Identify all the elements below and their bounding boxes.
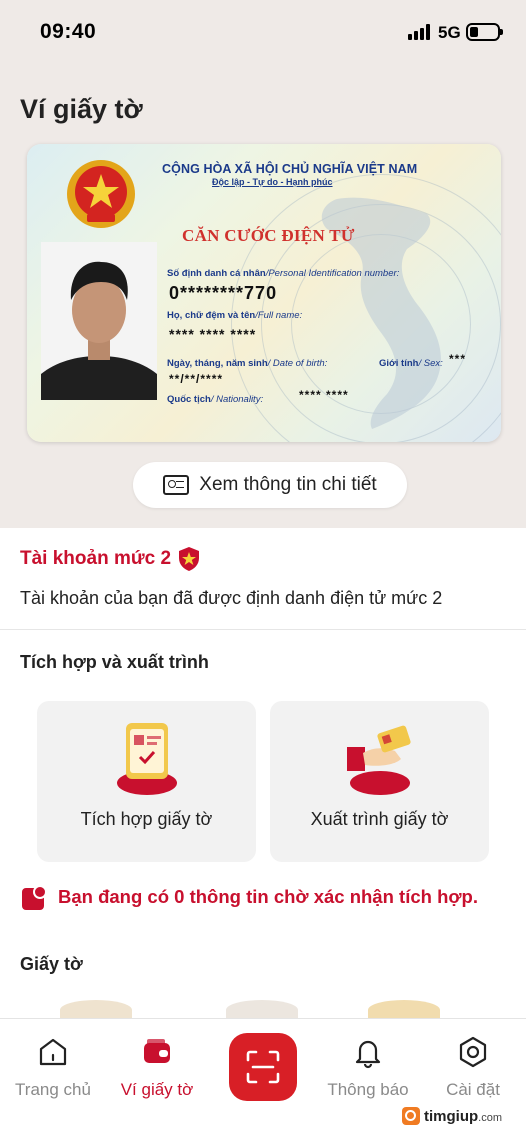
dob-label: Ngày, tháng, năm sinh/ Date of birth: <box>167 358 328 369</box>
tab-settings[interactable]: Cài đặt <box>423 1035 523 1100</box>
nationality-value: **** **** <box>299 388 349 402</box>
wallet-icon <box>144 1039 170 1063</box>
page-title: Ví giấy tờ <box>20 94 143 124</box>
nationality-label: Quốc tịch/ Nationality: <box>167 394 264 405</box>
tab-home[interactable]: Trang chủ <box>3 1035 103 1100</box>
notification-dot-icon <box>22 885 47 910</box>
national-emblem-icon <box>67 160 135 228</box>
name-value: **** **** **** <box>169 326 257 342</box>
tab-wallet-label: Ví giấy tờ <box>120 1080 194 1099</box>
settings-icon <box>459 1036 487 1068</box>
id-photo <box>41 242 157 400</box>
pending-integration-text: Bạn đang có 0 thông tin chờ xác nhận tíc… <box>58 886 478 907</box>
status-bar: 09:40 5G <box>0 0 526 64</box>
shield-star-icon <box>179 547 199 571</box>
search-logo-icon <box>402 1107 420 1125</box>
id-card[interactable]: CỘNG HÒA XÃ HỘI CHỦ NGHĨA VIỆT NAM Độc l… <box>27 144 501 442</box>
integrate-document-icon <box>116 723 177 795</box>
integrate-documents-tile[interactable]: Tích hợp giấy tờ <box>37 701 256 862</box>
tab-settings-label: Cài đặt <box>446 1080 500 1099</box>
bottom-tab-bar: Trang chủ Ví giấy tờ Thông báo Cài đặt t… <box>0 1018 526 1139</box>
account-level: Tài khoản mức 2 <box>20 548 172 569</box>
present-documents-tile[interactable]: Xuất trình giấy tờ <box>270 701 489 862</box>
id-number-value: 0********770 <box>169 283 278 303</box>
document-thumbnail[interactable] <box>60 1000 132 1020</box>
account-level-section: Tài khoản mức 2 Tài khoản của bạn đã đượ… <box>0 528 526 630</box>
card-title: CĂN CƯỚC ĐIỆN TỬ <box>182 226 355 245</box>
pending-integration-notice[interactable]: Bạn đang có 0 thông tin chờ xác nhận tíc… <box>22 884 512 914</box>
present-document-icon <box>346 725 411 795</box>
document-thumbnail[interactable] <box>226 1000 298 1020</box>
view-details-button[interactable]: Xem thông tin chi tiết <box>133 462 407 508</box>
integration-title: Tích hợp và xuất trình <box>20 652 209 672</box>
documents-title: Giấy tờ <box>20 954 83 974</box>
name-label: Họ, chữ đệm và tên/Full name: <box>167 310 303 321</box>
present-documents-label: Xuất trình giấy tờ <box>310 809 449 829</box>
timgiup-watermark: timgiup.com <box>402 1107 502 1125</box>
status-time: 09:40 <box>40 20 97 43</box>
wallet-hero: Ví giấy tờ CỘNG HÒA XÃ HỘI CHỦ NGHĨA VIỆ… <box>0 64 526 528</box>
bell-icon <box>355 1040 381 1069</box>
view-details-label: Xem thông tin chi tiết <box>199 474 377 495</box>
sex-value: *** <box>449 352 467 366</box>
document-thumbnail[interactable] <box>368 1000 440 1020</box>
scan-icon <box>246 1050 280 1084</box>
integrate-documents-label: Tích hợp giấy tờ <box>80 809 213 829</box>
tab-notifications-label: Thông báo <box>327 1080 409 1099</box>
id-card-icon <box>163 475 190 495</box>
tab-notifications[interactable]: Thông báo <box>318 1035 418 1100</box>
scan-button[interactable] <box>229 1033 297 1101</box>
dob-value: **/**/**** <box>169 372 224 386</box>
card-motto: Độc lập - Tự do - Hạnh phúc <box>212 177 333 187</box>
card-country-line: CỘNG HÒA XÃ HỘI CHỦ NGHĨA VIỆT NAM <box>162 162 418 176</box>
home-icon <box>39 1038 67 1066</box>
tab-wallet[interactable]: Ví giấy tờ <box>107 1035 207 1100</box>
signal-icon <box>408 24 430 40</box>
tab-home-label: Trang chủ <box>15 1080 91 1099</box>
account-description: Tài khoản của bạn đã được định danh điện… <box>20 588 443 608</box>
network-type: 5G <box>438 23 461 42</box>
id-number-label: Số định danh cá nhân/Personal Identifica… <box>167 268 400 279</box>
battery-icon <box>466 23 503 41</box>
sex-label: Giới tính/ Sex: <box>379 358 443 369</box>
